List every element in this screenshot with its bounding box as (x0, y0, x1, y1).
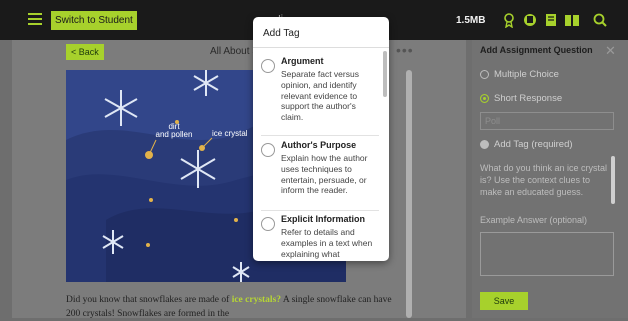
radio-icon[interactable] (480, 69, 489, 79)
tag-description: Explain how the author uses techniques t… (281, 153, 368, 196)
divider (261, 135, 379, 136)
ice-crystals-link[interactable]: ice crystals? (232, 295, 281, 305)
option-short-response[interactable]: Short Response (480, 93, 562, 104)
tag-icon (480, 139, 489, 149)
tag-name: Argument (281, 56, 324, 66)
menu-icon[interactable] (28, 13, 42, 25)
panel-scrollbar[interactable] (611, 156, 615, 204)
poll-field[interactable]: Poll (480, 112, 614, 130)
switch-to-student-button[interactable]: Switch to Student (51, 11, 137, 30)
option-label: Multiple Choice (494, 69, 559, 80)
ice-crystal-label: ice crystal (212, 129, 248, 138)
tag-name: Explicit Information (281, 214, 366, 224)
page-title: All About S (210, 46, 259, 57)
divider (253, 47, 389, 48)
highlighter-icon[interactable] (522, 12, 538, 28)
question-text[interactable]: What do you think an ice crystal is? Use… (480, 162, 608, 198)
popup-title: Add Tag (263, 28, 300, 39)
search-icon[interactable] (592, 12, 608, 28)
tag-description: Separate fact versus opinion, and identi… (281, 69, 359, 123)
close-icon[interactable]: ✕ (605, 43, 616, 59)
radio-icon[interactable] (261, 59, 275, 73)
add-tag-popup: Add Tag Argument Separate fact versus op… (253, 17, 389, 261)
radio-icon[interactable] (261, 217, 275, 231)
tag-option-argument[interactable]: Argument Separate fact versus opinion, a… (261, 56, 379, 132)
panel-title: Add Assignment Question (480, 45, 593, 55)
reading-text: Did you know that snowflakes are made of… (66, 293, 396, 321)
bookmark-add-icon[interactable] (502, 12, 518, 28)
tag-option-explicit-information[interactable]: Explicit Information Refer to details an… (261, 214, 379, 261)
example-answer-input[interactable] (480, 232, 614, 276)
tag-option-authors-purpose[interactable]: Author's Purpose Explain how the author … (261, 140, 379, 206)
tag-name: Author's Purpose (281, 140, 357, 150)
popup-scrollbar[interactable] (383, 51, 387, 97)
option-label: Short Response (494, 93, 563, 104)
divider (261, 210, 379, 211)
reading-text-start: Did you know that snowflakes are made of (66, 295, 232, 305)
radio-icon[interactable] (261, 143, 275, 157)
storage-size-label: 1.5MB (456, 15, 486, 26)
add-tag-field[interactable]: Add Tag (required) (480, 139, 573, 150)
option-multiple-choice[interactable]: Multiple Choice (480, 69, 559, 80)
book-icon[interactable] (564, 12, 580, 28)
add-tag-label: Add Tag (required) (494, 139, 573, 150)
bookmark-icon[interactable] (543, 12, 559, 28)
save-button[interactable]: Save (480, 292, 528, 310)
tag-description: Refer to details and examples in a text … (281, 227, 373, 259)
more-options-button[interactable]: ••• (396, 42, 414, 58)
reader-scrollbar[interactable] (406, 70, 412, 318)
radio-selected-icon[interactable] (480, 93, 489, 103)
example-answer-label: Example Answer (optional) (480, 215, 588, 225)
dirt-and-pollen-label: dirt and pollen (155, 122, 193, 139)
back-button[interactable]: < Back (66, 44, 104, 60)
